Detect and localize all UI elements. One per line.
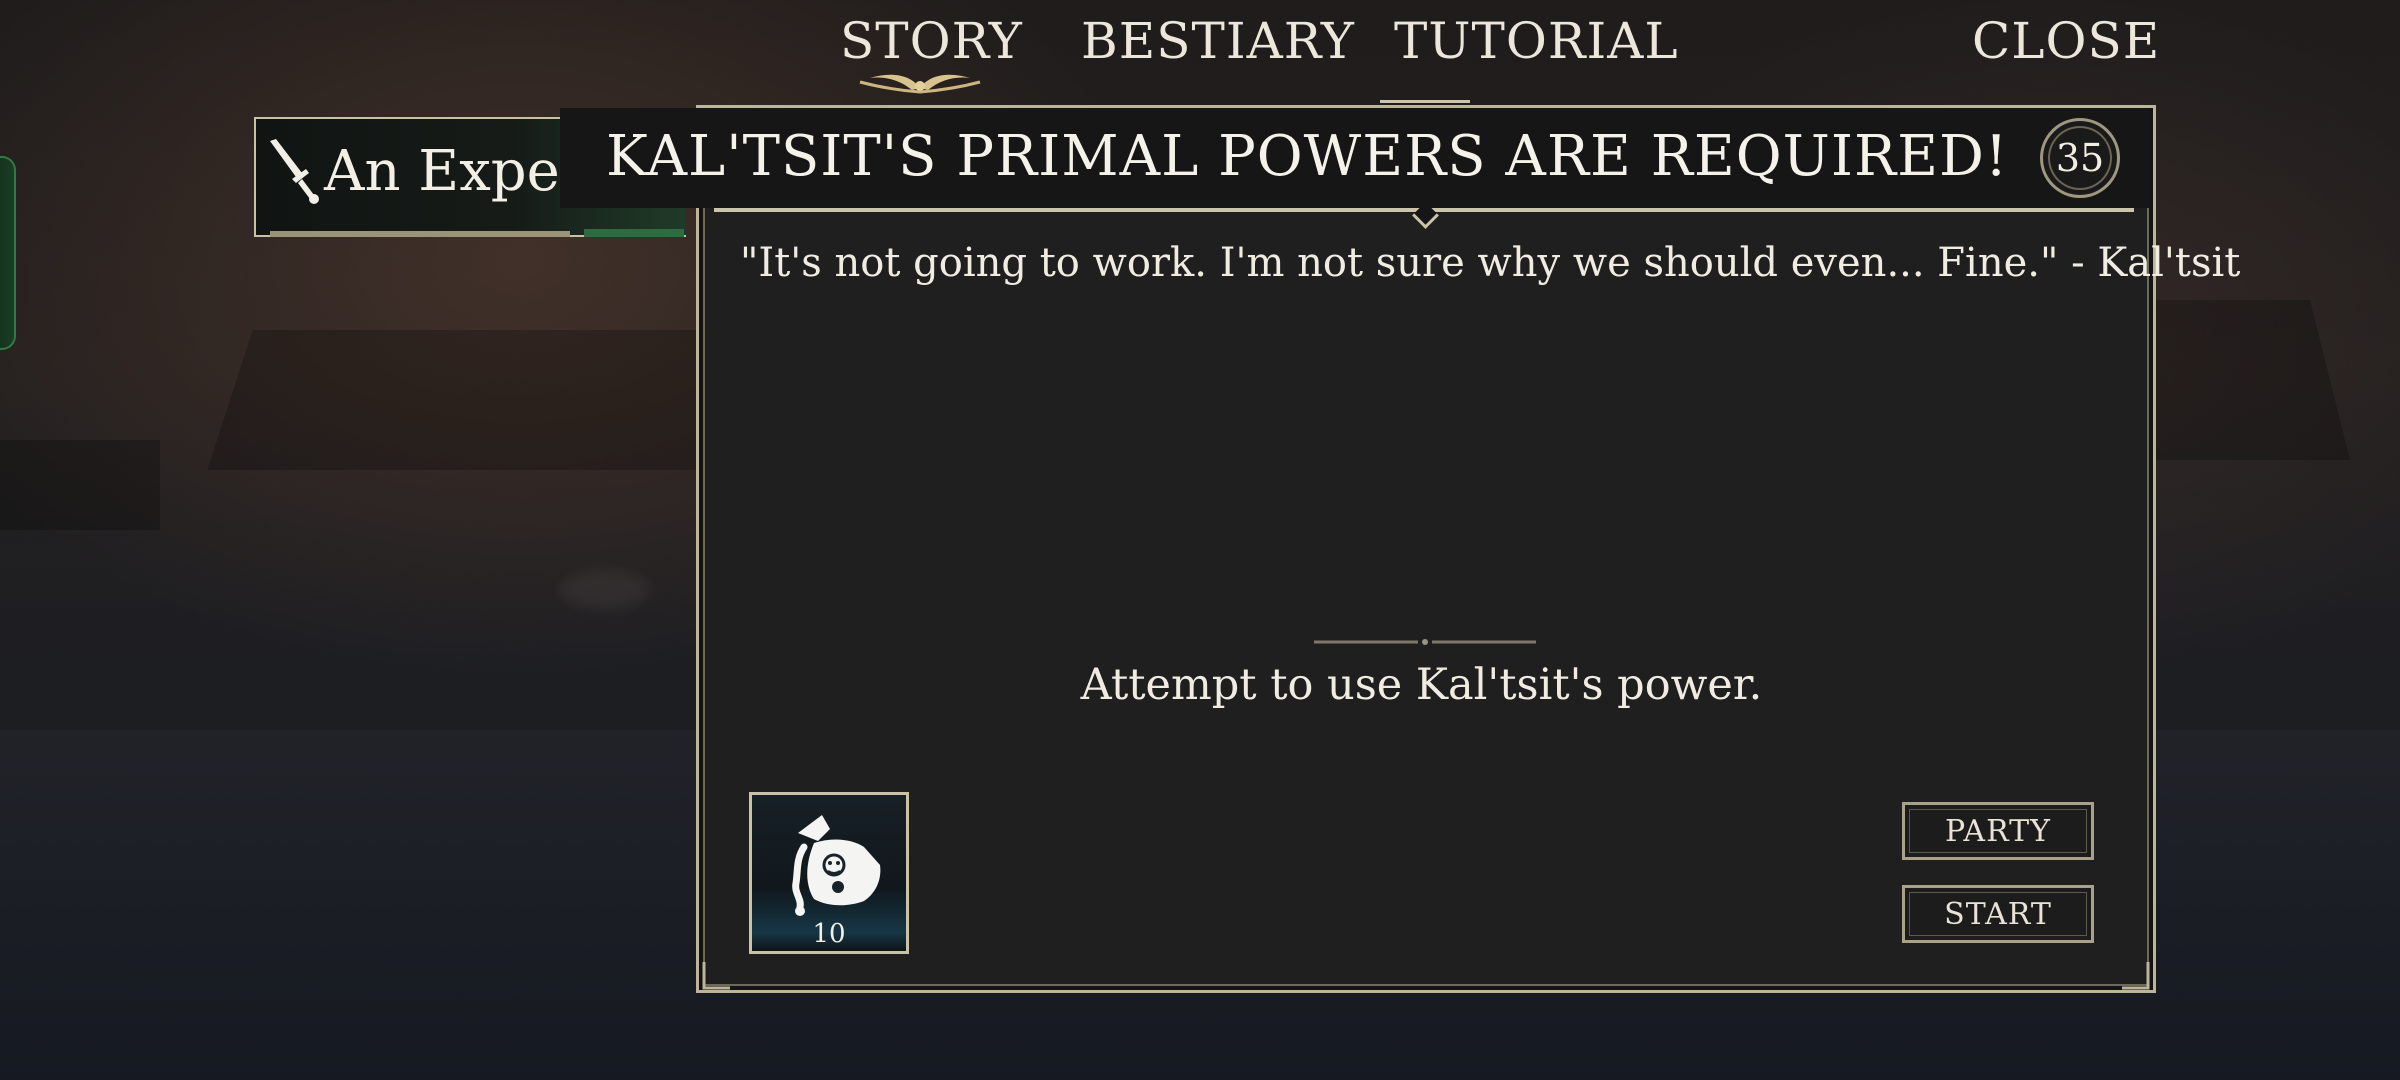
sword-icon <box>270 139 319 204</box>
quest-tab-underline <box>270 231 570 237</box>
party-button[interactable]: PARTY <box>1902 802 2094 860</box>
reward-item-count: 10 <box>812 919 846 949</box>
active-tab-ornament <box>859 74 981 94</box>
panel-corner-bottom-left <box>702 962 730 990</box>
section-divider <box>1314 639 1536 645</box>
side-drawer-tab[interactable] <box>0 156 16 350</box>
level-badge: 35 <box>2040 118 2120 198</box>
start-button[interactable]: START <box>1902 885 2094 943</box>
quest-title: KAL'TSIT'S PRIMAL POWERS ARE REQUIRED! <box>606 124 2009 189</box>
background-shed-left <box>0 440 160 530</box>
background-light <box>560 570 650 610</box>
quest-tab-label: An Expe <box>324 139 560 204</box>
quest-quote: "It's not going to work. I'm not sure wh… <box>740 240 2241 286</box>
tab-story[interactable]: STORY <box>840 12 1023 70</box>
quest-objective: Attempt to use Kal'tsit's power. <box>1080 660 1763 710</box>
tab-tutorial[interactable]: TUTORIAL <box>1394 12 1679 70</box>
background-house-left <box>207 330 773 470</box>
quest-tab-accent <box>584 229 684 237</box>
reward-item-slot[interactable]: 10 <box>749 792 909 954</box>
panel-corner-bottom-right <box>2122 962 2150 990</box>
close-button[interactable]: CLOSE <box>1972 12 2160 70</box>
coin-pouch-icon <box>792 815 881 916</box>
tab-bestiary[interactable]: BESTIARY <box>1081 12 1355 70</box>
